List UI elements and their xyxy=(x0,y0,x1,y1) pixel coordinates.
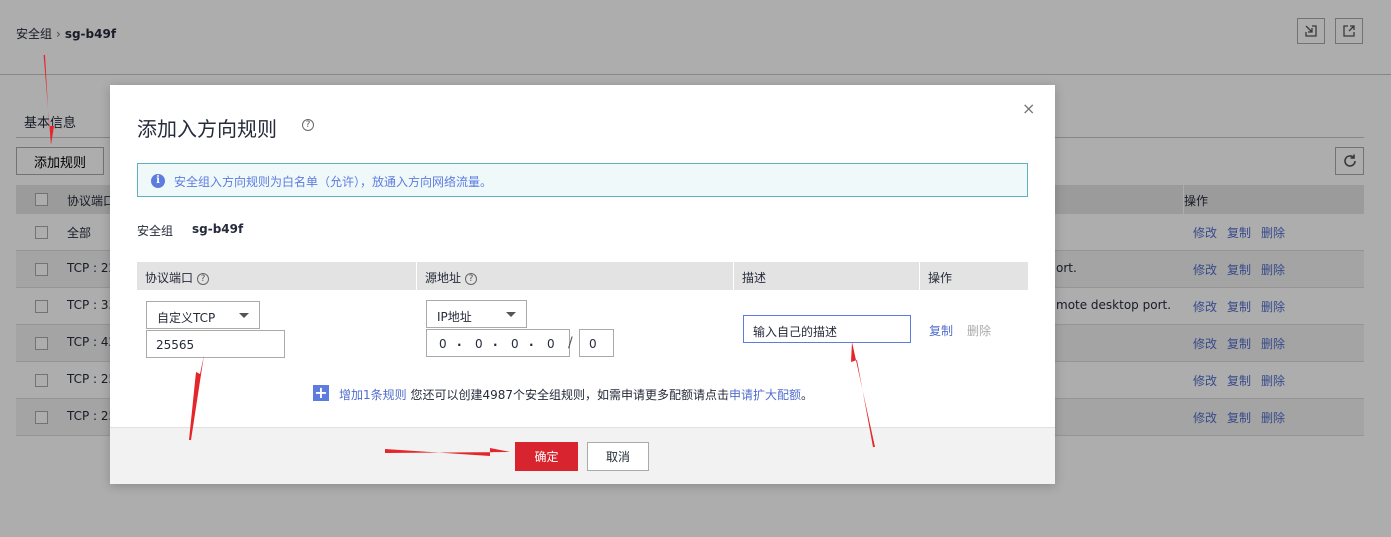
chevron-down-icon xyxy=(239,313,249,318)
column-header-ops: 操作 xyxy=(928,271,953,285)
ip-address-input[interactable]: 0 . 0 . 0 . 0 xyxy=(426,329,570,357)
add-rule-line: 增加1条规则 您还可以创建4987个安全组规则，如需申请更多配额请点击申请扩大配… xyxy=(339,386,813,403)
delete-rule-link: 删除 xyxy=(967,324,992,338)
column-header-protocol-label: 协议端口 xyxy=(145,271,194,285)
column-divider xyxy=(919,262,920,290)
protocol-select[interactable]: 自定义TCP xyxy=(146,301,260,329)
cancel-button[interactable]: 取消 xyxy=(587,442,649,471)
help-icon[interactable]: ? xyxy=(465,272,478,285)
ip-dot: . xyxy=(529,335,534,349)
column-header-source: 源地址? xyxy=(425,269,478,286)
dialog-footer: 确定 取消 xyxy=(110,427,1055,484)
dialog-title: 添加入方向规则 xyxy=(137,117,277,141)
confirm-button[interactable]: 确定 xyxy=(515,442,578,471)
copy-rule-link[interactable]: 复制 xyxy=(929,322,953,339)
source-select-value: IP地址 xyxy=(437,310,472,324)
quota-text: 您还可以创建4987个安全组规则，如需申请更多配额请点击 xyxy=(410,388,730,402)
plus-icon[interactable]: + xyxy=(313,385,329,401)
ip-octet-3: 0 xyxy=(511,337,519,351)
mask-input-value: 0 xyxy=(589,337,597,351)
description-input[interactable]: 输入自己的描述 xyxy=(743,315,911,343)
column-divider xyxy=(733,262,734,290)
description-input-value: 输入自己的描述 xyxy=(753,325,838,339)
column-header-source-label: 源地址 xyxy=(425,271,462,285)
apply-quota-link[interactable]: 申请扩大配额 xyxy=(729,388,801,402)
info-icon: i xyxy=(151,174,165,188)
security-group-value: sg-b49f xyxy=(192,222,244,236)
column-divider xyxy=(416,262,417,290)
ip-octet-2: 0 xyxy=(475,337,483,351)
ip-octet-4: 0 xyxy=(547,337,555,351)
info-notice: i 安全组入方向规则为白名单（允许），放通入方向网络流量。 xyxy=(137,163,1028,197)
security-group-label: 安全组 xyxy=(137,224,174,238)
notice-text: 安全组入方向规则为白名单（允许），放通入方向网络流量。 xyxy=(174,175,493,189)
source-select[interactable]: IP地址 xyxy=(426,300,527,328)
column-header-protocol: 协议端口? xyxy=(145,269,210,286)
chevron-down-icon xyxy=(506,312,516,317)
add-inbound-rule-dialog: 添加入方向规则 ? × i 安全组入方向规则为白名单（允许），放通入方向网络流量… xyxy=(110,85,1055,484)
close-icon[interactable]: × xyxy=(1022,99,1035,118)
protocol-select-value: 自定义TCP xyxy=(157,311,216,325)
ip-dot: . xyxy=(457,335,462,349)
port-input[interactable]: 25565 xyxy=(146,330,285,358)
quota-text-end: 。 xyxy=(801,388,814,402)
rule-table-header: 协议端口? 源地址? 描述 操作 xyxy=(137,262,1028,290)
column-header-description: 描述 xyxy=(742,271,767,285)
add-one-rule-link[interactable]: 增加1条规则 xyxy=(339,388,407,402)
mask-separator: / xyxy=(568,335,573,351)
ip-dot: . xyxy=(493,335,498,349)
mask-input[interactable]: 0 xyxy=(579,329,614,357)
help-icon[interactable]: ? xyxy=(197,272,210,285)
port-input-value: 25565 xyxy=(156,338,195,352)
ip-octet-1: 0 xyxy=(439,337,447,351)
help-icon[interactable]: ? xyxy=(302,119,314,131)
